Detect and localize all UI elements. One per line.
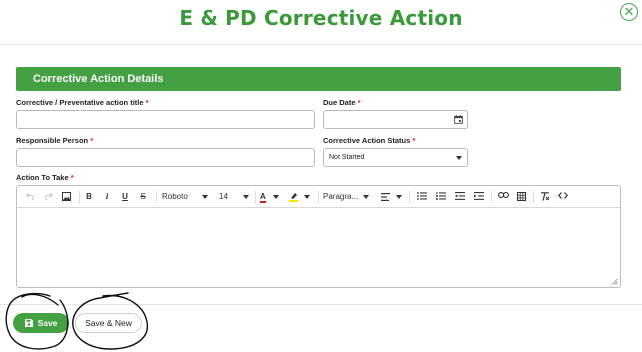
due-date-label: Due Date *: [323, 98, 361, 107]
toolbar-separator: [318, 191, 319, 203]
block-format-value: Paragra...: [323, 192, 359, 201]
bold-button[interactable]: B: [83, 190, 95, 204]
font-size-value: 14: [219, 192, 228, 201]
highlight-icon: [289, 192, 298, 202]
align-left-icon: [381, 192, 390, 201]
chevron-down-icon: [273, 194, 280, 199]
clear-format-icon[interactable]: [538, 190, 552, 204]
footer-divider: [0, 304, 642, 305]
toolbar-separator: [79, 191, 80, 203]
italic-button[interactable]: I: [101, 190, 113, 204]
required-marker: *: [412, 136, 416, 145]
redo-icon[interactable]: [42, 190, 54, 204]
chevron-down-icon: [304, 194, 311, 199]
action-to-take-label-text: Action To Take: [16, 173, 69, 182]
table-icon[interactable]: [514, 190, 528, 204]
action-status-value: Not Started: [329, 154, 365, 161]
rich-text-editor: B I U S Roboto 14 A Paragra...: [16, 185, 621, 288]
image-icon[interactable]: [60, 190, 72, 204]
indent-icon[interactable]: [472, 190, 486, 204]
action-status-select[interactable]: Not Started: [323, 148, 468, 167]
save-and-new-button[interactable]: Save & New: [75, 313, 142, 333]
save-and-new-button-label: Save & New: [85, 318, 132, 328]
page-title: E & PD Corrective Action: [179, 6, 463, 30]
required-marker: *: [70, 173, 74, 182]
highlight-color-button[interactable]: [289, 190, 313, 204]
underline-button[interactable]: U: [119, 190, 131, 204]
action-status-label: Corrective Action Status *: [323, 136, 415, 145]
outdent-icon[interactable]: [453, 190, 467, 204]
editor-toolbar: B I U S Roboto 14 A Paragra...: [17, 186, 620, 208]
toolbar-separator: [491, 191, 492, 203]
action-title-label: Corrective / Preventative action title *: [16, 98, 149, 107]
text-color-button[interactable]: A: [260, 190, 284, 204]
toolbar-separator: [409, 191, 410, 203]
save-button[interactable]: Save: [13, 313, 69, 333]
section-header: Corrective Action Details: [16, 67, 621, 91]
toolbar-separator: [156, 191, 157, 203]
save-button-label: Save: [37, 318, 58, 328]
floppy-disk-icon: [24, 318, 33, 327]
font-size-select[interactable]: 14: [219, 190, 251, 204]
responsible-person-input[interactable]: [16, 148, 315, 167]
toolbar-separator: [255, 191, 256, 203]
due-date-input[interactable]: [323, 110, 468, 129]
toolbar-separator: [533, 191, 534, 203]
responsible-person-label-text: Responsible Person: [16, 136, 89, 145]
chevron-down-icon: [456, 156, 462, 160]
action-to-take-label: Action To Take *: [16, 173, 74, 182]
required-marker: *: [357, 98, 361, 107]
required-marker: *: [90, 136, 94, 145]
calendar-icon[interactable]: [454, 115, 463, 124]
action-title-input[interactable]: [16, 110, 315, 129]
chevron-down-icon: [243, 194, 250, 199]
hand-drawn-annotation-marks: [5, 292, 148, 350]
align-select[interactable]: [381, 190, 405, 204]
header-divider: [0, 44, 642, 45]
text-color-glyph: A: [260, 192, 266, 203]
action-title-label-text: Corrective / Preventative action title: [16, 98, 144, 107]
required-marker: *: [145, 98, 149, 107]
resize-handle-icon[interactable]: [611, 278, 618, 285]
undo-icon[interactable]: [24, 190, 36, 204]
numbered-list-icon[interactable]: [434, 190, 448, 204]
close-icon[interactable]: ✕: [620, 3, 638, 21]
bullet-list-icon[interactable]: [415, 190, 429, 204]
chevron-down-icon: [202, 194, 209, 199]
due-date-label-text: Due Date: [323, 98, 356, 107]
chevron-down-icon: [396, 194, 403, 199]
code-icon[interactable]: [556, 190, 570, 204]
action-status-label-text: Corrective Action Status: [323, 136, 411, 145]
block-format-select[interactable]: Paragra...: [323, 190, 373, 204]
font-family-value: Roboto: [162, 192, 188, 201]
link-icon[interactable]: [496, 190, 510, 204]
section-title: Corrective Action Details: [33, 73, 164, 85]
responsible-person-label: Responsible Person *: [16, 136, 93, 145]
font-family-select[interactable]: Roboto: [162, 190, 210, 204]
strikethrough-button[interactable]: S: [137, 190, 149, 204]
chevron-down-icon: [363, 194, 370, 199]
